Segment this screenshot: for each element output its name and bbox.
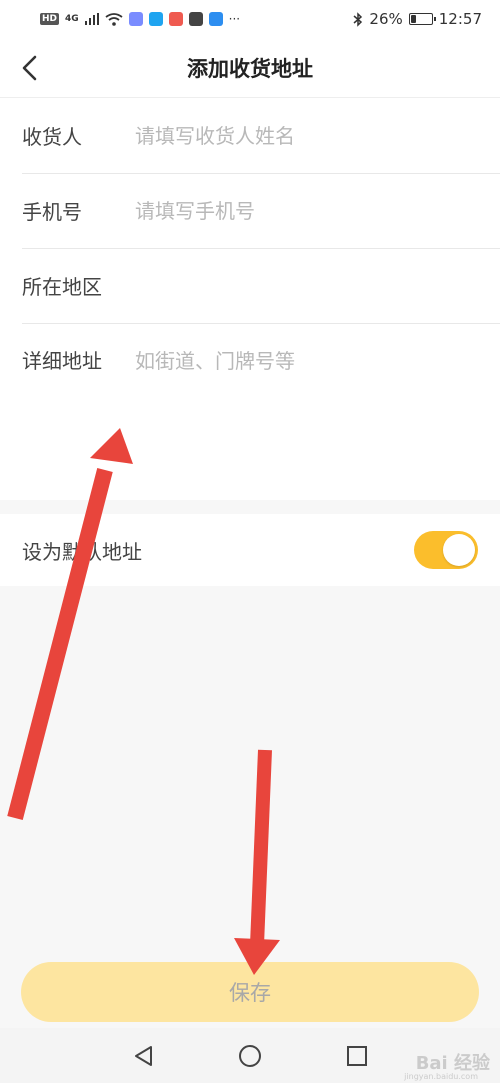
status-bar: HD 4G ··· 26% 12:57 [0,0,500,38]
address-form: 收货人 手机号 所在地区 详细地址 [0,98,500,500]
address-textarea[interactable] [135,345,500,485]
circle-home-icon [238,1044,261,1067]
region-label: 所在地区 [22,275,102,299]
address-row: 详细地址 [0,323,500,500]
square-recents-icon [346,1045,367,1066]
toggle-knob [443,534,475,566]
default-address-row: 设为默认地址 [0,514,500,586]
status-right: 26% 12:57 [353,10,482,28]
more-notifications: ··· [228,12,241,26]
music-app-icon [128,12,143,26]
arrow-down-icon [234,749,280,975]
receiver-label: 收货人 [22,125,82,149]
clock: 12:57 [438,10,482,28]
status-left: HD 4G ··· [40,12,240,26]
search-app-icon [148,12,163,26]
signal-icon [84,13,99,25]
bluetooth-icon [353,11,363,27]
battery-level [410,15,417,23]
phone-row: 手机号 [0,173,500,248]
page-header: 添加收货地址 [0,38,500,98]
nav-back-button[interactable] [125,1038,161,1074]
triangle-back-icon [135,1045,153,1066]
back-button[interactable] [16,52,46,84]
battery-icon [408,13,436,25]
watermark-url: jingyan.baidu.com [404,1072,478,1081]
region-row[interactable]: 所在地区 [0,248,500,323]
cloud-app-icon [208,12,223,26]
default-address-label: 设为默认地址 [22,539,142,564]
chevron-left-icon [22,55,37,81]
address-label: 详细地址 [22,349,102,373]
battery-percent: 26% [369,10,403,28]
receiver-row: 收货人 [0,98,500,173]
nav-recents-button[interactable] [339,1038,375,1074]
phone-input[interactable] [135,198,500,223]
receiver-input[interactable] [135,123,500,148]
bag-app-icon [188,12,203,26]
nav-home-button[interactable] [232,1038,268,1074]
page-title: 添加收货地址 [187,56,313,81]
wallet-app-icon [168,12,183,26]
save-button[interactable]: 保存 [21,962,479,1022]
wifi-icon [105,12,123,26]
default-address-toggle[interactable] [414,531,478,569]
phone-label: 手机号 [22,200,82,224]
network-type: 4G [65,14,79,24]
hd-badge: HD [40,13,60,25]
